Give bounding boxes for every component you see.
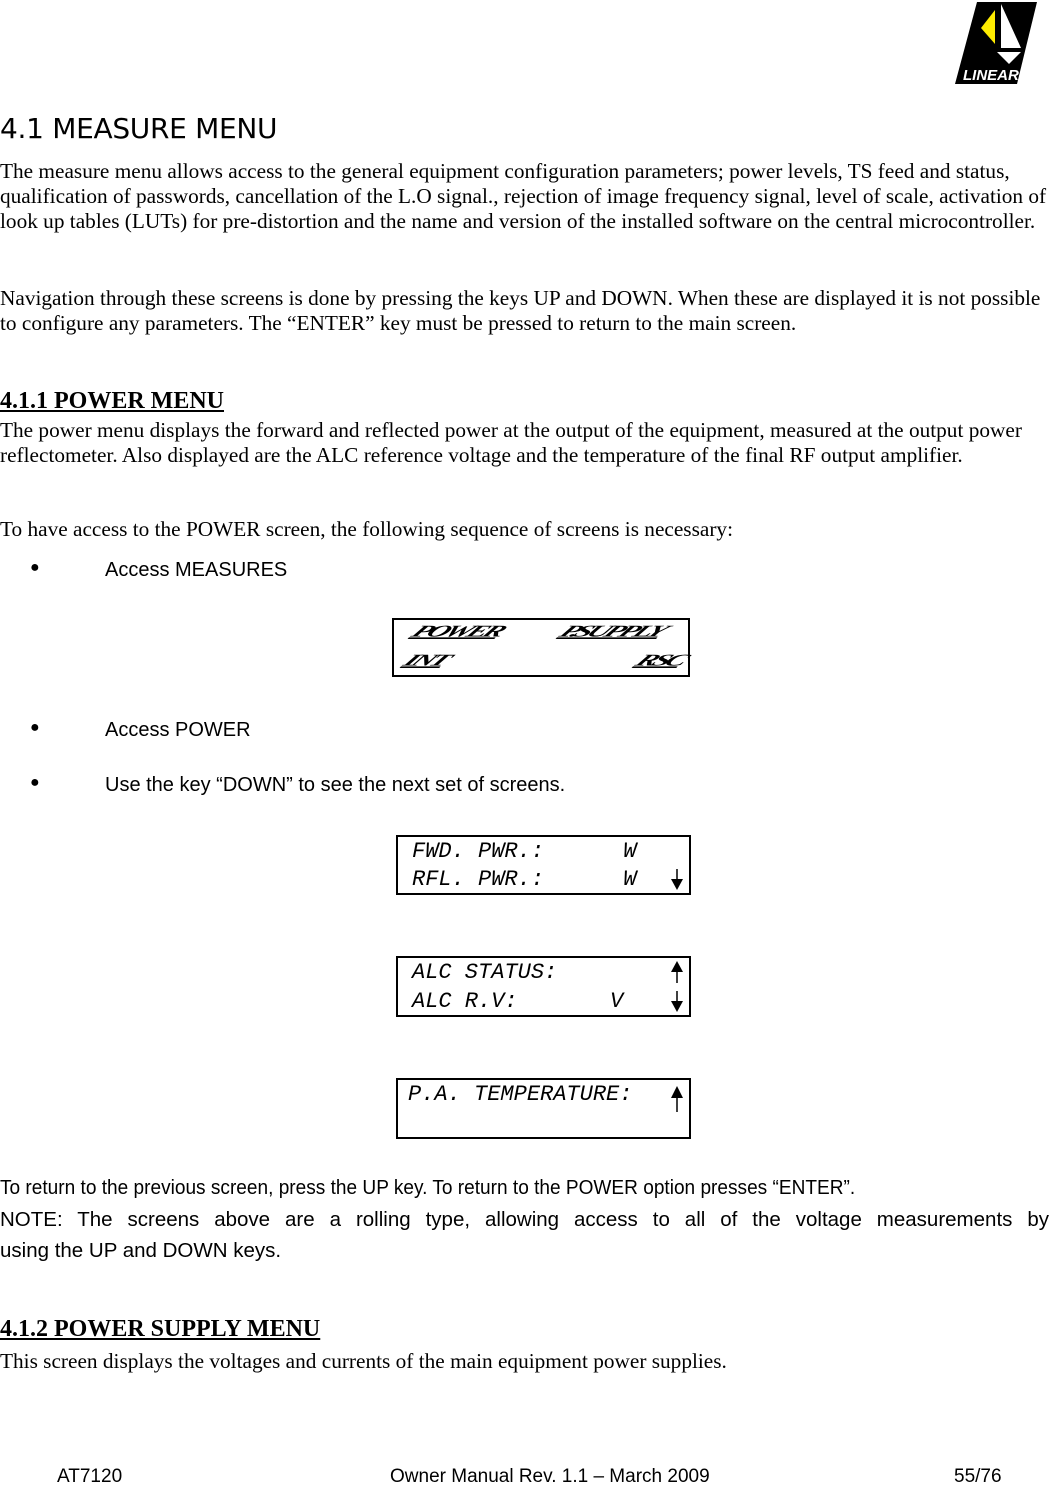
lcd-option-rsc: RSC — [630, 651, 691, 670]
bullet-icon: ● — [30, 774, 40, 791]
navigation-paragraph: Navigation through these screens is done… — [0, 286, 1041, 335]
lcd-measures-screen: POWER P.SUPPLY INT RSC — [392, 618, 691, 677]
access-sequence-text: To have access to the POWER screen, the … — [0, 517, 733, 541]
note-line-2: using the UP and DOWN keys. — [0, 1239, 282, 1262]
lcd-line-rfl-power: RFL. PWR.: W — [412, 867, 637, 892]
intro-paragraph: The measure menu allows access to the ge… — [0, 159, 1047, 233]
footer-manual: Owner Manual Rev. 1.1 – March 2009 — [390, 1466, 710, 1487]
power-supply-menu-heading: 4.1.2 POWER SUPPLY MENU — [0, 1316, 321, 1342]
lcd-option-power: POWER — [406, 622, 509, 641]
bullet-icon: ● — [30, 559, 40, 576]
lcd-temperature-screen: P.A. TEMPERATURE: — [396, 1078, 691, 1139]
bullet-icon: ● — [30, 719, 40, 736]
footer-model: AT7120 — [57, 1466, 123, 1487]
note-line-1: NOTE: The screens above are a rolling ty… — [0, 1208, 1049, 1231]
lcd-line-fwd-power: FWD. PWR.: W — [412, 839, 637, 864]
power-supply-description: This screen displays the voltages and cu… — [0, 1349, 727, 1373]
linear-logo-icon: LINEAR — [955, 2, 1037, 84]
lcd-line-pa-temperature: P.A. TEMPERATURE: — [408, 1082, 633, 1107]
lcd-option-psupply: P.SUPPLY — [554, 622, 671, 641]
down-arrow-icon — [671, 991, 683, 1012]
linear-logo: LINEAR — [955, 2, 1037, 84]
return-instructions: To return to the previous screen, press … — [0, 1176, 856, 1199]
lcd-alc-screen: ALC STATUS: ALC R.V: V — [396, 956, 691, 1017]
step-text: Access POWER — [105, 719, 251, 741]
down-arrow-icon — [671, 869, 683, 890]
up-arrow-icon — [671, 961, 683, 983]
up-arrow-icon — [671, 1086, 683, 1112]
section-title: 4.1 MEASURE MENU — [0, 112, 278, 145]
footer-page-number: 55/76 — [954, 1466, 1002, 1487]
lcd-power-screen: FWD. PWR.: W RFL. PWR.: W — [396, 835, 691, 895]
logo-text: LINEAR — [963, 67, 1019, 84]
power-menu-heading: 4.1.1 POWER MENU — [0, 388, 224, 414]
lcd-line-alc-status: ALC STATUS: — [412, 960, 558, 985]
power-menu-description: The power menu displays the forward and … — [0, 418, 1022, 467]
lcd-line-alc-rv: ALC R.V: V — [412, 989, 624, 1014]
lcd-option-int: INT — [398, 651, 454, 670]
step-text: Access MEASURES — [105, 559, 288, 581]
step-text: Use the key “DOWN” to see the next set o… — [105, 774, 566, 796]
